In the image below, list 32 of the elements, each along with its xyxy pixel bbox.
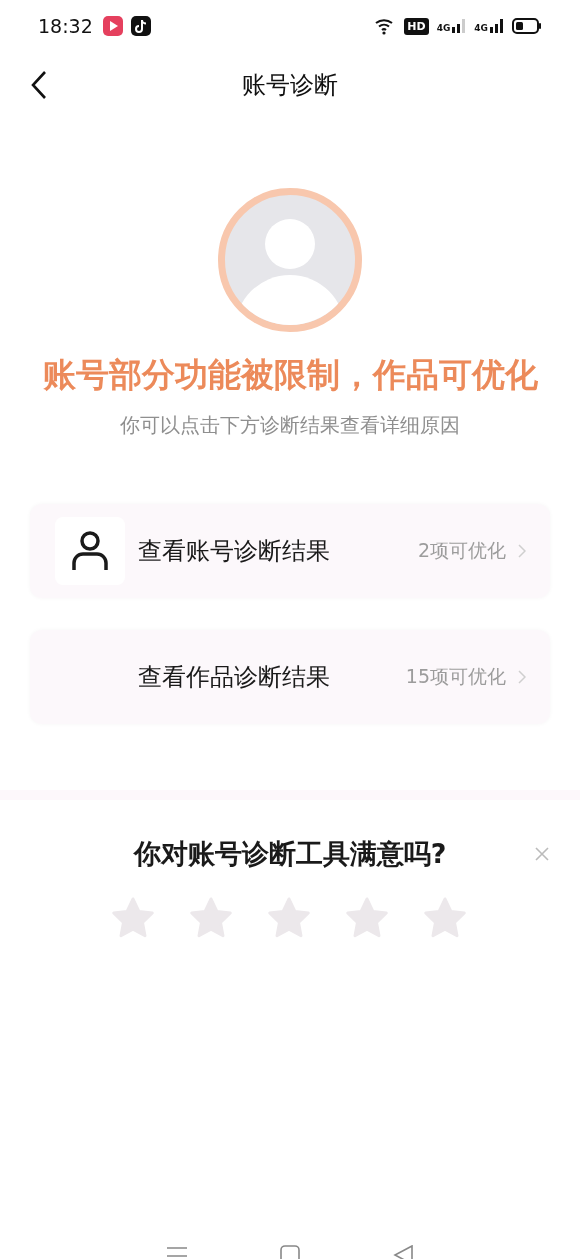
back-icon[interactable] bbox=[30, 70, 48, 100]
result-count: 2项可优化 bbox=[417, 538, 506, 564]
back-nav-icon[interactable] bbox=[392, 1245, 415, 1259]
music-note-app-icon bbox=[130, 16, 151, 36]
page-title: 账号诊断 bbox=[242, 70, 338, 101]
star-icon[interactable] bbox=[266, 896, 312, 940]
network-label: 4G bbox=[436, 24, 451, 33]
result-card[interactable]: 查看作品诊断结果 15项可优化 bbox=[30, 629, 550, 724]
menu-icon[interactable] bbox=[165, 1245, 188, 1259]
result-label: 查看作品诊断结果 bbox=[138, 661, 330, 693]
battery-icon bbox=[512, 18, 542, 34]
person-icon bbox=[70, 529, 110, 572]
network-label: 4G bbox=[474, 24, 488, 33]
home-icon[interactable] bbox=[279, 1245, 301, 1259]
video-app-icon bbox=[102, 16, 123, 36]
result-count: 15项可优化 bbox=[405, 664, 506, 690]
star-icon[interactable] bbox=[422, 896, 468, 940]
feedback-question: 你对账号诊断工具满意吗? bbox=[133, 836, 447, 871]
result-card[interactable]: 查看账号诊断结果 2项可优化 bbox=[30, 503, 550, 598]
star-icon[interactable] bbox=[344, 896, 390, 940]
status-headline: 账号部分功能被限制，作品可优化 bbox=[41, 354, 539, 396]
result-label: 查看账号诊断结果 bbox=[138, 535, 330, 567]
chevron-right-icon bbox=[518, 668, 526, 685]
hd-badge: HD bbox=[404, 17, 429, 35]
signal-icon bbox=[490, 19, 504, 33]
close-icon[interactable] bbox=[534, 845, 550, 862]
status-time: 18:32 bbox=[38, 13, 93, 39]
chevron-right-icon bbox=[518, 542, 526, 559]
status-hint: 你可以点击下方诊断结果查看详细原因 bbox=[119, 411, 461, 439]
star-icon[interactable] bbox=[188, 896, 234, 940]
star-icon[interactable] bbox=[110, 896, 156, 940]
signal-icon bbox=[452, 19, 467, 33]
